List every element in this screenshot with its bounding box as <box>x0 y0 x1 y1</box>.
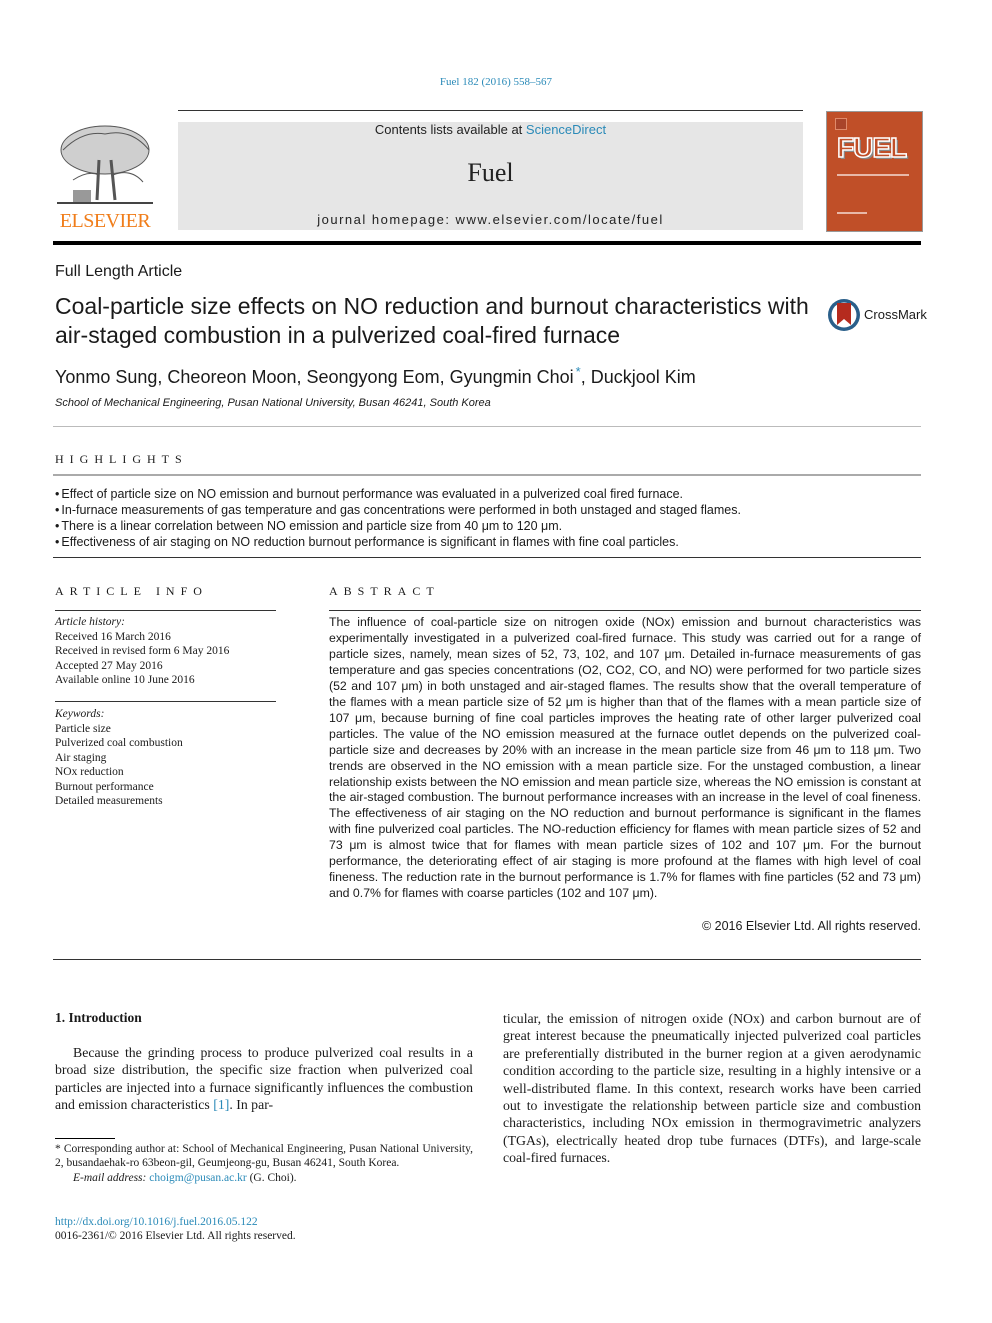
abstract-text: The influence of coal-particle size on n… <box>329 615 921 901</box>
abstract-copyright: © 2016 Elsevier Ltd. All rights reserved… <box>701 919 921 933</box>
cover-logo-icon <box>835 118 847 130</box>
cover-subtitle-line <box>837 174 909 176</box>
divider <box>53 557 921 558</box>
highlight-item: Effect of particle size on NO emission a… <box>55 486 915 502</box>
cover-title: FUEL <box>836 131 908 164</box>
history-item: Available online 10 June 2016 <box>55 674 195 686</box>
journal-homepage-link[interactable]: journal homepage: www.elsevier.com/locat… <box>178 212 803 227</box>
highlight-item: In-furnace measurements of gas temperatu… <box>55 502 915 518</box>
contents-prefix: Contents lists available at <box>374 122 526 137</box>
authors-tail: , Duckjool Kim <box>580 367 696 387</box>
crossmark-button[interactable]: CrossMark <box>826 297 927 337</box>
email-label: E-mail address: <box>73 1171 150 1184</box>
history-label: Article history: <box>55 616 125 628</box>
divider <box>329 610 921 611</box>
keyword-item: Burnout performance <box>55 780 154 793</box>
cover-footer-line <box>837 212 867 214</box>
journal-header-band: Contents lists available at ScienceDirec… <box>178 122 803 230</box>
affiliation: School of Mechanical Engineering, Pusan … <box>55 397 491 409</box>
intro-p1-tail: . In par- <box>229 1097 274 1113</box>
header-thick-rule <box>53 241 921 245</box>
article-title: Coal-particle size effects on NO reducti… <box>55 293 809 348</box>
journal-name: Fuel <box>467 158 514 187</box>
abstract-heading: ABSTRACT <box>329 584 440 598</box>
divider <box>53 959 921 960</box>
keywords-label: Keywords: <box>55 708 105 720</box>
introduction-paragraph-continued: ticular, the emission of nitrogen oxide … <box>503 1011 921 1166</box>
highlight-item: Effectiveness of air staging on NO reduc… <box>55 534 915 550</box>
history-item: Accepted 27 May 2016 <box>55 659 163 672</box>
footnote-rule <box>55 1138 115 1139</box>
corresponding-author-footnote: * Corresponding author at: School of Mec… <box>55 1142 473 1185</box>
top-rule <box>178 110 803 111</box>
doi-link[interactable]: http://dx.doi.org/10.1016/j.fuel.2016.05… <box>55 1216 258 1228</box>
article-info-heading: ARTICLE INFO <box>55 584 208 598</box>
highlights-list: Effect of particle size on NO emission a… <box>55 486 915 550</box>
article-type: Full Length Article <box>55 263 183 280</box>
email-tail: (G. Choi). <box>246 1171 297 1184</box>
issn-copyright: 0016-2361/© 2016 Elsevier Ltd. All right… <box>55 1230 296 1242</box>
divider <box>53 474 921 476</box>
journal-cover-image: FUEL <box>826 111 923 232</box>
keyword-item: Pulverized coal combustion <box>55 737 183 749</box>
email-line: E-mail address: choigm@pusan.ac.kr (G. C… <box>55 1171 473 1185</box>
keyword-item: Air staging <box>55 751 107 764</box>
introduction-paragraph: Because the grinding process to produce … <box>55 1044 473 1114</box>
history-item: Received 16 March 2016 <box>55 630 171 643</box>
crossmark-label: CrossMark <box>864 307 927 322</box>
crossmark-icon <box>828 299 860 331</box>
keyword-item: Particle size <box>55 722 111 735</box>
divider <box>55 610 276 611</box>
reference-link[interactable]: [1] <box>213 1097 229 1112</box>
introduction-heading: 1. Introduction <box>55 1010 142 1025</box>
history-item: Received in revised form 6 May 2016 <box>55 645 230 657</box>
keyword-item: Detailed measurements <box>55 795 163 807</box>
sciencedirect-link[interactable]: ScienceDirect <box>526 122 606 137</box>
divider <box>53 426 921 427</box>
article-history: Article history: Received 16 March 2016 … <box>55 615 229 688</box>
keyword-item: NOx reduction <box>55 766 124 778</box>
contents-available-line: Contents lists available at ScienceDirec… <box>178 122 803 137</box>
author-list: Yonmo Sung, Cheoreon Moon, Seongyong Eom… <box>55 364 696 388</box>
highlights-heading: HIGHLIGHTS <box>55 452 188 466</box>
authors-main: Yonmo Sung, Cheoreon Moon, Seongyong Eom… <box>55 367 574 387</box>
footnote-text: * Corresponding author at: School of Mec… <box>55 1143 473 1170</box>
divider <box>55 701 276 702</box>
elsevier-wordmark: ELSEVIER <box>59 210 151 232</box>
email-link[interactable]: choigm@pusan.ac.kr <box>149 1172 246 1184</box>
journal-reference-link[interactable]: Fuel 182 (2016) 558–567 <box>0 76 992 88</box>
highlight-item: There is a linear correlation between NO… <box>55 518 915 534</box>
keywords: Keywords: Particle size Pulverized coal … <box>55 707 183 809</box>
